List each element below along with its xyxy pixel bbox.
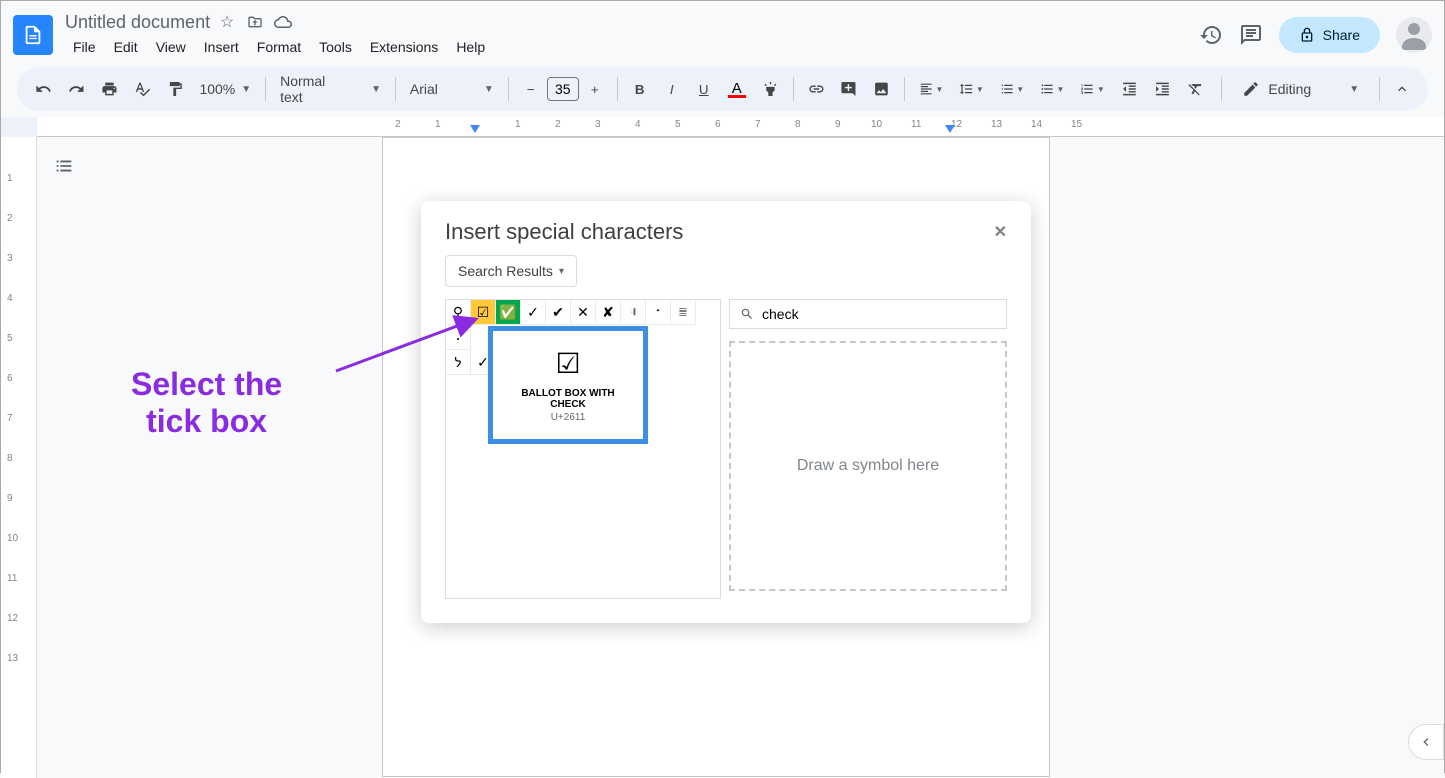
clear-formatting-button[interactable] — [1181, 75, 1210, 103]
menu-help[interactable]: Help — [448, 35, 493, 59]
numbered-list-button[interactable]: ▼ — [1074, 75, 1110, 103]
char-tooltip: ☑ BALLOT BOX WITH CHECK U+2611 — [488, 326, 648, 444]
highlight-button[interactable] — [756, 75, 785, 103]
tooltip-code: U+2611 — [509, 412, 627, 423]
underline-button[interactable]: U — [690, 75, 718, 103]
link-button[interactable] — [802, 75, 831, 103]
search-box — [729, 299, 1007, 329]
menu-insert[interactable]: Insert — [196, 35, 247, 59]
line-spacing-button[interactable]: ▼ — [953, 75, 989, 103]
print-button[interactable] — [95, 75, 124, 103]
avatar[interactable] — [1396, 17, 1432, 53]
decrease-indent-button[interactable] — [1115, 75, 1144, 103]
title-area: Untitled document ☆ File Edit View Inser… — [65, 12, 1199, 59]
char-result[interactable]: 𝄚 — [671, 300, 696, 325]
char-result[interactable]: ✔ — [546, 300, 571, 325]
search-input[interactable] — [762, 306, 996, 322]
char-result[interactable]: 𝄌 — [646, 300, 671, 325]
text-color-button[interactable]: A — [722, 78, 752, 100]
char-result[interactable]: ✓ — [521, 300, 546, 325]
style-select[interactable]: Normal text ▼ — [274, 69, 387, 109]
search-icon — [740, 307, 754, 321]
search-results-dropdown[interactable]: Search Results ▾ — [445, 255, 577, 287]
toolbar: 100% ▼ Normal text ▼ Arial ▼ − + B I U A… — [17, 67, 1428, 111]
font-size-decrease[interactable]: − — [517, 75, 545, 103]
menu-edit[interactable]: Edit — [106, 35, 146, 59]
insert-image-button[interactable] — [867, 75, 896, 103]
annotation-text: Select the tick box — [131, 366, 282, 440]
comments-icon[interactable] — [1239, 23, 1263, 47]
tooltip-name: BALLOT BOX WITH CHECK — [509, 388, 627, 410]
font-size-increase[interactable]: + — [581, 75, 609, 103]
horizontal-ruler[interactable]: 2 1 1 2 3 4 5 6 7 8 9 10 11 12 13 14 15 — [37, 117, 1444, 137]
undo-button[interactable] — [29, 75, 58, 103]
menu-view[interactable]: View — [148, 35, 194, 59]
menu-extensions[interactable]: Extensions — [362, 35, 446, 59]
editing-mode-button[interactable]: Editing ▼ — [1230, 74, 1371, 104]
redo-button[interactable] — [62, 75, 91, 103]
add-comment-button[interactable] — [834, 75, 863, 103]
share-button[interactable]: Share — [1279, 17, 1380, 53]
close-icon[interactable]: ✕ — [994, 222, 1007, 242]
align-button[interactable]: ▼ — [913, 75, 949, 103]
docs-logo[interactable] — [13, 15, 53, 55]
dialog-title: Insert special characters — [445, 219, 683, 245]
menu-bar: File Edit View Insert Format Tools Exten… — [65, 35, 1199, 59]
char-result[interactable]: ✅ — [496, 300, 521, 325]
outline-toggle-button[interactable] — [47, 149, 81, 188]
move-icon[interactable] — [246, 13, 264, 31]
font-size-input[interactable] — [547, 77, 579, 101]
menu-file[interactable]: File — [65, 35, 104, 59]
history-icon[interactable] — [1199, 23, 1223, 47]
char-result[interactable]: ✕ — [571, 300, 596, 325]
document-title[interactable]: Untitled document — [65, 12, 210, 33]
share-label: Share — [1323, 27, 1360, 43]
annotation-arrow — [331, 311, 491, 381]
char-result[interactable]: 𝄇 — [621, 300, 646, 325]
spellcheck-button[interactable] — [128, 75, 157, 103]
zoom-select[interactable]: 100% ▼ — [193, 77, 257, 101]
menu-tools[interactable]: Tools — [311, 35, 360, 59]
increase-indent-button[interactable] — [1148, 75, 1177, 103]
special-characters-dialog: Insert special characters ✕ Search Resul… — [421, 201, 1031, 623]
italic-button[interactable]: I — [658, 75, 686, 103]
header: Untitled document ☆ File Edit View Inser… — [1, 1, 1444, 61]
cloud-icon[interactable] — [274, 13, 292, 31]
collapse-toolbar-button[interactable] — [1388, 75, 1416, 103]
bullet-list-button[interactable]: ▼ — [1034, 75, 1070, 103]
font-select[interactable]: Arial ▼ — [404, 77, 500, 101]
tooltip-char: ☑ — [509, 347, 627, 380]
checklist-button[interactable]: ▼ — [994, 75, 1030, 103]
bold-button[interactable]: B — [626, 75, 654, 103]
side-panel-toggle[interactable] — [1408, 724, 1444, 760]
format-paint-button[interactable] — [161, 75, 190, 103]
vertical-ruler[interactable]: 1 2 3 4 5 6 7 8 9 10 11 12 13 — [1, 137, 37, 778]
char-result[interactable]: ✘ — [596, 300, 621, 325]
draw-symbol-area[interactable]: Draw a symbol here — [729, 341, 1007, 591]
menu-format[interactable]: Format — [249, 35, 309, 59]
star-icon[interactable]: ☆ — [218, 13, 236, 31]
